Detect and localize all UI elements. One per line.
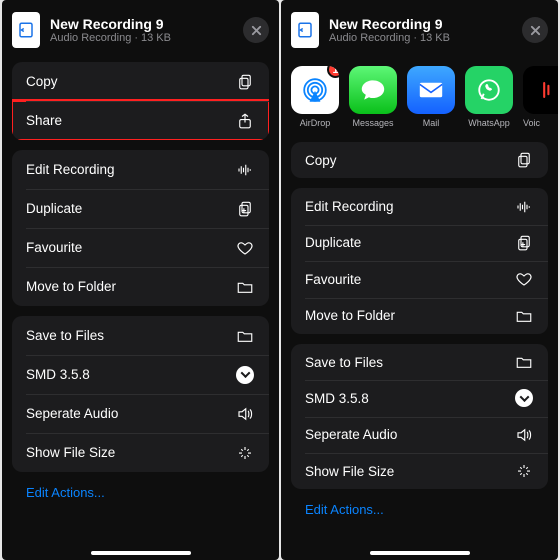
group-edit: Edit Recording Duplicate Favourite Move …	[291, 188, 548, 334]
airdrop-icon: 1	[291, 66, 339, 114]
sheet-header: New Recording 9 Audio Recording·13 KB	[291, 10, 548, 62]
menu-save-to-files[interactable]: Save to Files	[12, 316, 269, 355]
folder-icon	[514, 306, 534, 326]
menu-show-file-size[interactable]: Show File Size	[291, 453, 548, 489]
copy-icon	[235, 72, 255, 92]
menu-favourite[interactable]: Favourite	[12, 228, 269, 267]
menu-duplicate[interactable]: Duplicate	[291, 225, 548, 261]
menu-copy[interactable]: Copy	[12, 62, 269, 101]
speaker-icon	[514, 425, 534, 445]
document-icon	[291, 12, 319, 48]
menu-move-to-folder[interactable]: Move to Folder	[291, 298, 548, 334]
menu-seperate-audio[interactable]: Seperate Audio	[291, 417, 548, 453]
home-indicator	[91, 551, 191, 555]
document-subtitle: Audio Recording·13 KB	[329, 32, 512, 44]
menu-smd[interactable]: SMD 3.5.8	[291, 380, 548, 416]
folder-icon	[235, 326, 255, 346]
messages-icon	[349, 66, 397, 114]
home-indicator	[370, 551, 470, 555]
voice-icon	[523, 66, 558, 114]
share-whatsapp[interactable]: WhatsApp	[465, 66, 513, 128]
waveform-icon	[235, 160, 255, 180]
copy-icon	[514, 150, 534, 170]
sheet-header: New Recording 9 Audio Recording·13 KB	[12, 10, 269, 62]
document-title: New Recording 9	[50, 16, 233, 32]
waveform-icon	[514, 197, 534, 217]
whatsapp-icon	[465, 66, 513, 114]
menu-duplicate[interactable]: Duplicate	[12, 189, 269, 228]
sparkle-icon	[235, 443, 255, 463]
duplicate-icon	[235, 199, 255, 219]
share-messages[interactable]: Messages	[349, 66, 397, 128]
group-copy: Copy	[291, 142, 548, 178]
heart-icon	[235, 238, 255, 258]
menu-move-to-folder[interactable]: Move to Folder	[12, 267, 269, 306]
menu-share[interactable]: Share	[12, 101, 269, 140]
chevron-down-icon	[235, 365, 255, 385]
share-voice-partial[interactable]: Voic	[523, 66, 537, 128]
menu-edit-recording[interactable]: Edit Recording	[291, 188, 548, 224]
group-edit: Edit Recording Duplicate Favourite Move …	[12, 150, 269, 306]
speaker-icon	[235, 404, 255, 424]
left-screen: New Recording 9 Audio Recording·13 KB Co…	[2, 0, 279, 560]
menu-seperate-audio[interactable]: Seperate Audio	[12, 394, 269, 433]
right-screen: New Recording 9 Audio Recording·13 KB 1 …	[281, 0, 558, 560]
menu-smd[interactable]: SMD 3.5.8	[12, 355, 269, 394]
edit-actions-link[interactable]: Edit Actions...	[12, 482, 269, 503]
document-title: New Recording 9	[329, 16, 512, 32]
close-button[interactable]	[522, 17, 548, 43]
document-icon	[12, 12, 40, 48]
group-extras: Save to Files SMD 3.5.8 Seperate Audio S…	[12, 316, 269, 472]
share-airdrop[interactable]: 1 AirDrop	[291, 66, 339, 128]
group-extras: Save to Files SMD 3.5.8 Seperate Audio S…	[291, 344, 548, 490]
sparkle-icon	[514, 461, 534, 481]
chevron-down-icon	[514, 388, 534, 408]
menu-save-to-files[interactable]: Save to Files	[291, 344, 548, 380]
close-button[interactable]	[243, 17, 269, 43]
duplicate-icon	[514, 233, 534, 253]
menu-show-file-size[interactable]: Show File Size	[12, 433, 269, 472]
heart-icon	[514, 269, 534, 289]
share-targets-row: 1 AirDrop Messages Mail WhatsApp	[291, 62, 548, 142]
folder-icon	[235, 277, 255, 297]
share-icon	[235, 111, 255, 131]
share-mail[interactable]: Mail	[407, 66, 455, 128]
group-copy-share: Copy Share	[12, 62, 269, 140]
edit-actions-link[interactable]: Edit Actions...	[291, 499, 548, 520]
mail-icon	[407, 66, 455, 114]
menu-edit-recording[interactable]: Edit Recording	[12, 150, 269, 189]
folder-icon	[514, 352, 534, 372]
menu-favourite[interactable]: Favourite	[291, 261, 548, 297]
menu-copy[interactable]: Copy	[291, 142, 548, 178]
close-icon	[530, 25, 541, 36]
close-icon	[251, 25, 262, 36]
document-subtitle: Audio Recording·13 KB	[50, 32, 233, 44]
